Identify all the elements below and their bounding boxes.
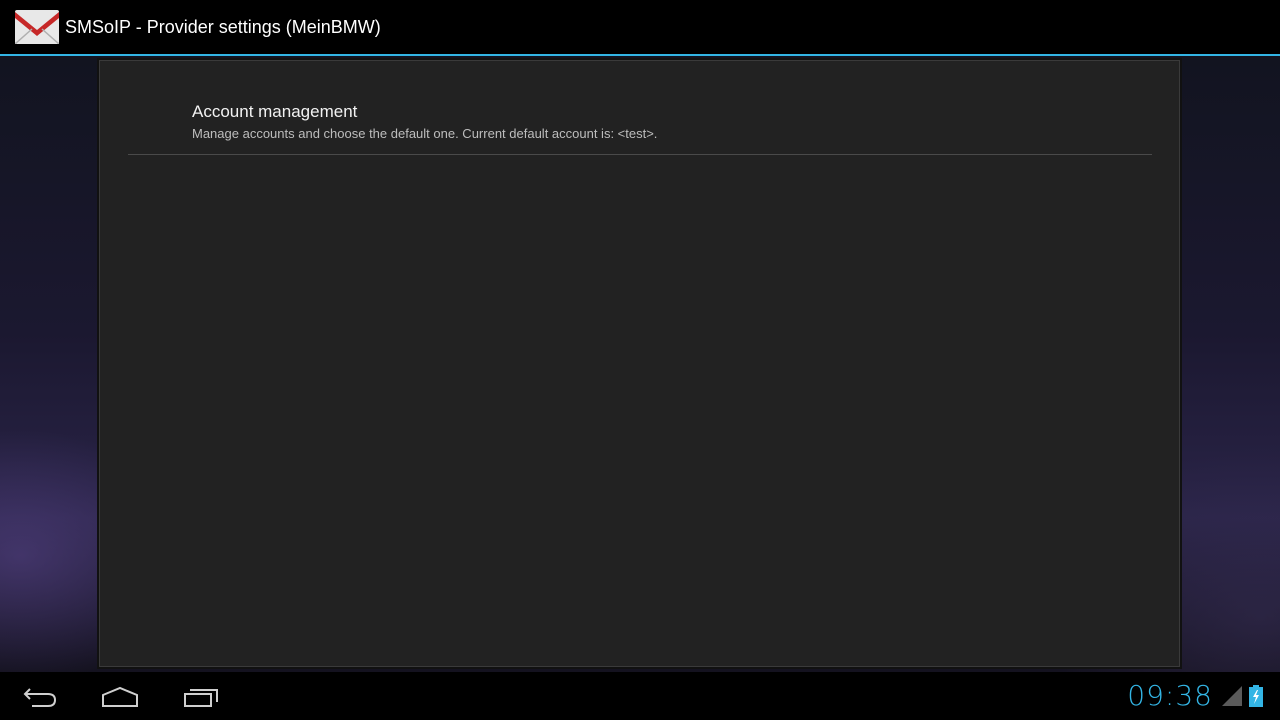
action-bar: SMSoIP - Provider settings (MeinBMW) bbox=[0, 0, 1280, 56]
signal-icon bbox=[1222, 686, 1242, 706]
recent-apps-icon bbox=[184, 689, 218, 707]
navigation-bar: 09:38 bbox=[0, 672, 1280, 720]
back-icon bbox=[23, 688, 57, 707]
pref-summary: Manage accounts and choose the default o… bbox=[192, 126, 658, 141]
screen: SMSoIP - Provider settings (MeinBMW) Acc… bbox=[0, 0, 1280, 720]
back-button[interactable] bbox=[16, 682, 64, 712]
status-clock: 09:38 bbox=[1127, 679, 1213, 712]
app-title: SMSoIP - Provider settings (MeinBMW) bbox=[65, 16, 381, 37]
home-icon bbox=[102, 686, 138, 707]
pref-account-management[interactable]: Account management Manage accounts and c… bbox=[128, 61, 1152, 155]
envelope-app-icon[interactable] bbox=[15, 10, 59, 44]
home-button[interactable] bbox=[96, 682, 144, 712]
battery-charging-icon bbox=[1249, 685, 1263, 707]
pref-title: Account management bbox=[192, 102, 358, 121]
recent-apps-button[interactable] bbox=[177, 682, 225, 712]
settings-panel: Account management Manage accounts and c… bbox=[99, 60, 1180, 667]
